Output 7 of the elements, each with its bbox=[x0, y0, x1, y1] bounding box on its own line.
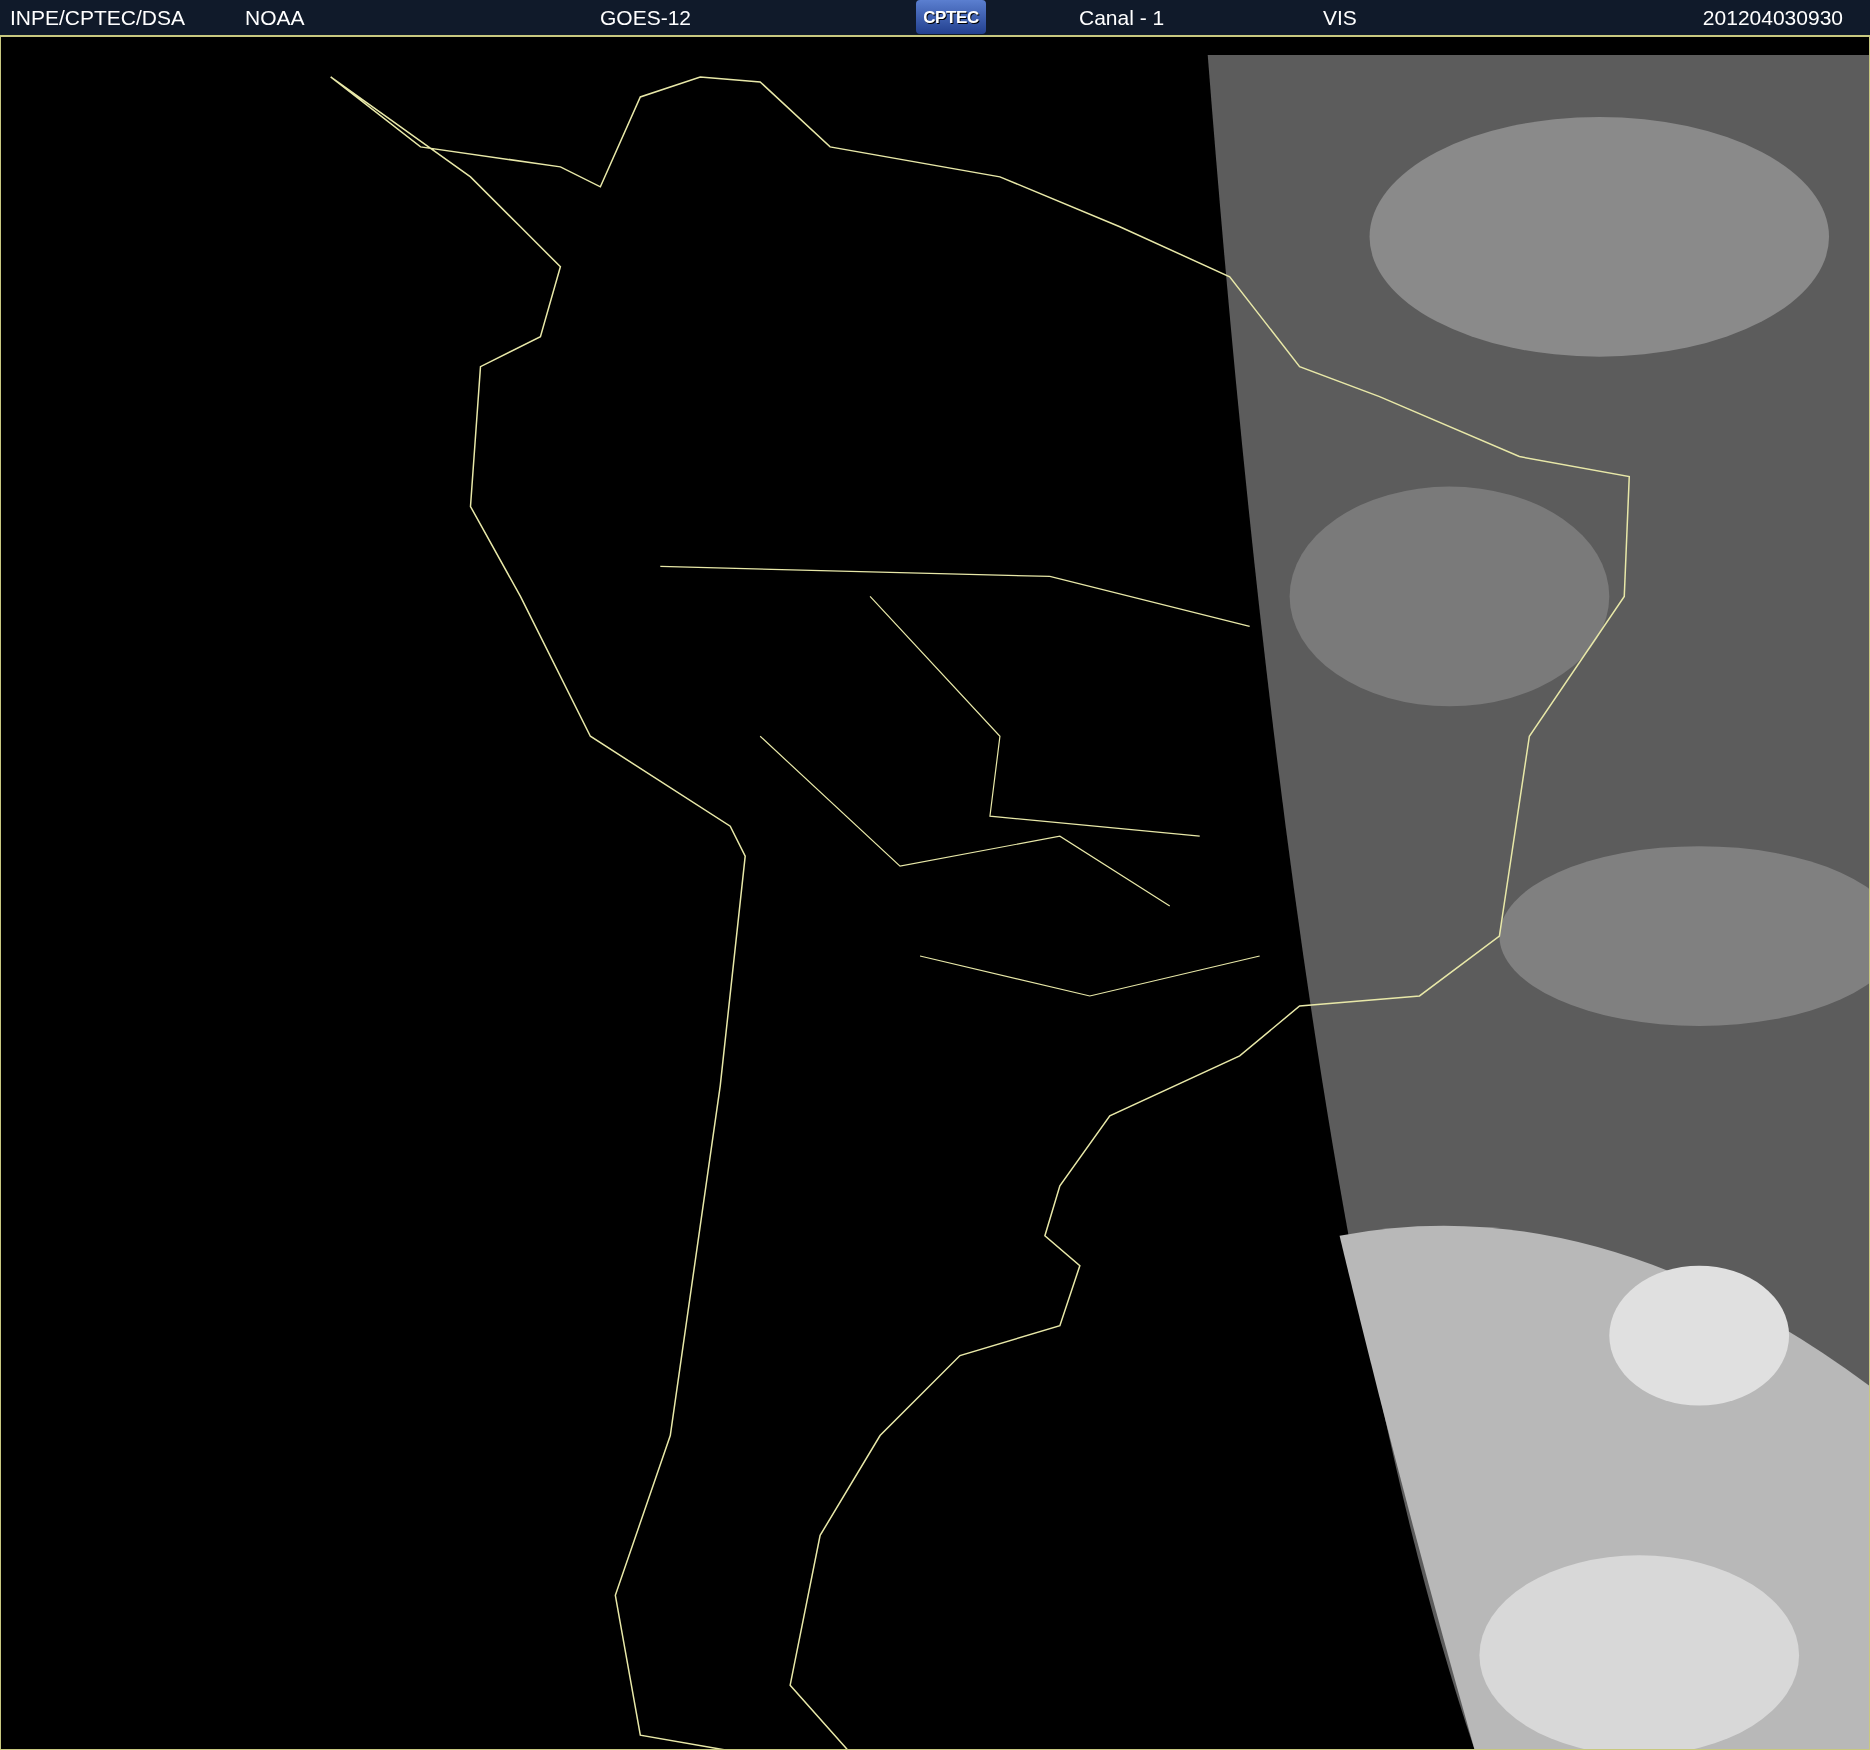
logo: CPTEC bbox=[916, 0, 986, 35]
header-text: 201204030930 bbox=[1702, 5, 1843, 29]
header-text: GOES-12 bbox=[600, 5, 692, 29]
header-text: Canal - 1 bbox=[1079, 5, 1165, 29]
header-text: INPE/CPTEC/DSA bbox=[10, 5, 186, 29]
header-text: NOAA bbox=[245, 5, 305, 29]
header-text: VIS bbox=[1323, 5, 1357, 29]
